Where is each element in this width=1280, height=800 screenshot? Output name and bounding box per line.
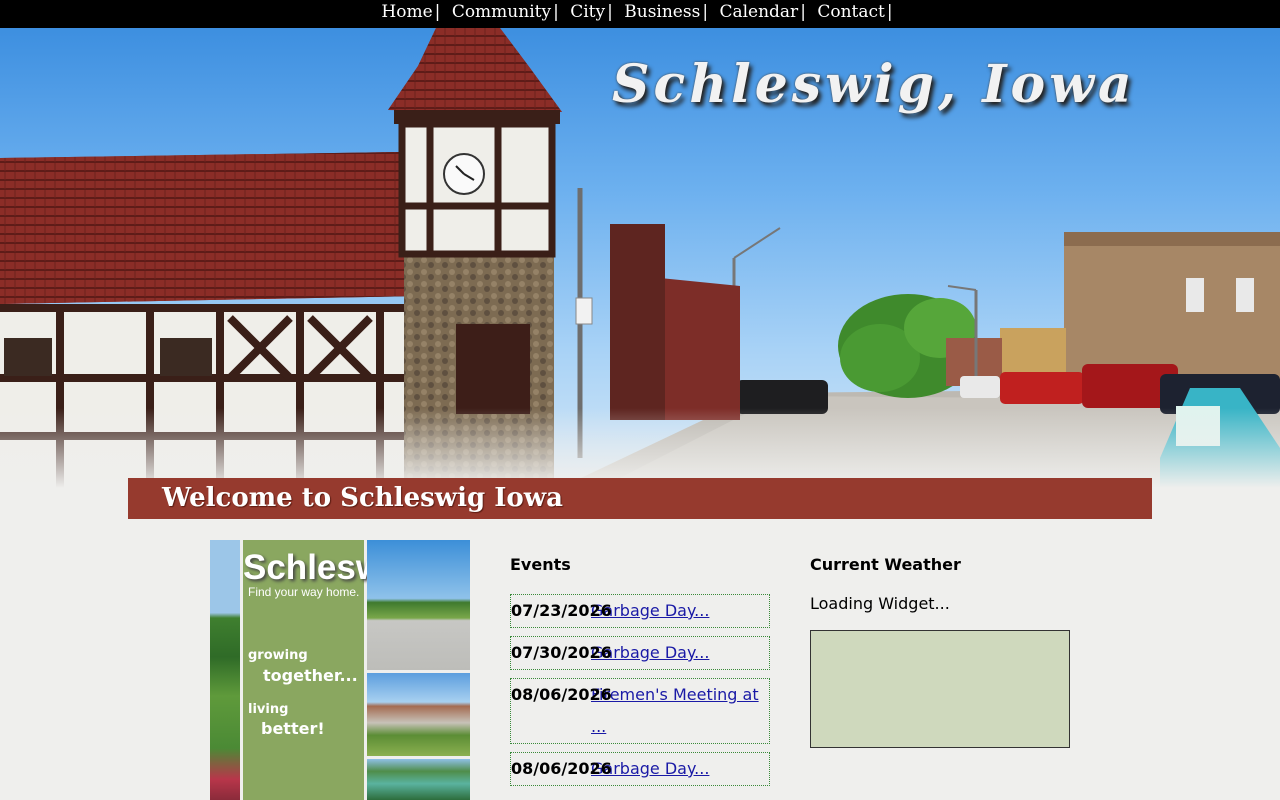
event-link[interactable]: Garbage Day... — [591, 753, 769, 785]
event-date: 08/06/2026 — [511, 685, 612, 704]
weather-heading: Current Weather — [810, 555, 961, 574]
nav-separator: | — [607, 2, 613, 22]
nav-home[interactable]: Home — [381, 2, 432, 22]
nav-separator: | — [702, 2, 709, 22]
event-date: 07/30/2026 — [511, 643, 612, 662]
nav-calendar[interactable]: Calendar — [719, 2, 798, 22]
promo-line-growing: growing — [248, 648, 308, 663]
events-heading: Events — [510, 555, 571, 574]
nav-contact[interactable]: Contact — [817, 2, 885, 22]
nav-separator: | — [800, 2, 806, 22]
event-date: 07/23/2026 — [511, 601, 612, 620]
hero-title: Schleswig, Iowa — [612, 54, 1136, 115]
promo-line-living: living — [248, 702, 289, 717]
event-item: 07/23/2026 Garbage Day... — [510, 594, 770, 628]
promo-photo-road — [367, 540, 470, 670]
nav-city[interactable]: City — [570, 2, 605, 22]
event-link[interactable]: Firemen's Meeting at ... — [591, 679, 769, 743]
hero-banner: Schleswig, Iowa — [0, 28, 1280, 488]
event-item: 08/06/2026 Firemen's Meeting at ... — [510, 678, 770, 744]
top-nav: Home | Community | City | Business | Calenda… — [0, 0, 1280, 28]
nav-separator: | — [434, 2, 441, 22]
nav-separator: | — [553, 2, 559, 22]
event-link[interactable]: Garbage Day... — [591, 595, 769, 627]
welcome-banner: Welcome to Schleswig Iowa — [128, 478, 1152, 519]
weather-section: Current Weather Loading Widget... — [810, 556, 1070, 748]
weather-widget[interactable] — [810, 630, 1070, 748]
promo-panel: Schleswig Find your way home. growing to… — [243, 540, 414, 800]
promo-line-better: better! — [261, 719, 325, 738]
promo-line-together: together... — [263, 666, 358, 685]
nav-separator: | — [886, 2, 893, 22]
nav-business[interactable]: Business — [624, 2, 700, 22]
event-date: 08/06/2026 — [511, 759, 612, 778]
promo-tagline: Find your way home. — [248, 585, 360, 599]
weather-loading-text: Loading Widget... — [810, 594, 950, 613]
nav-community[interactable]: Community — [452, 2, 551, 22]
event-link[interactable]: Garbage Day... — [591, 637, 769, 669]
promo-collage[interactable]: Schleswig Find your way home. growing to… — [210, 540, 470, 800]
promo-photo-houses — [367, 673, 470, 756]
hero-fade — [0, 408, 1280, 488]
events-section: Events 07/23/2026 Garbage Day... 07/30/2… — [510, 556, 770, 794]
promo-photo-strip — [210, 540, 240, 800]
promo-photo-fountain — [367, 759, 470, 800]
event-item: 07/30/2026 Garbage Day... — [510, 636, 770, 670]
event-item: 08/06/2026 Garbage Day... — [510, 752, 770, 786]
